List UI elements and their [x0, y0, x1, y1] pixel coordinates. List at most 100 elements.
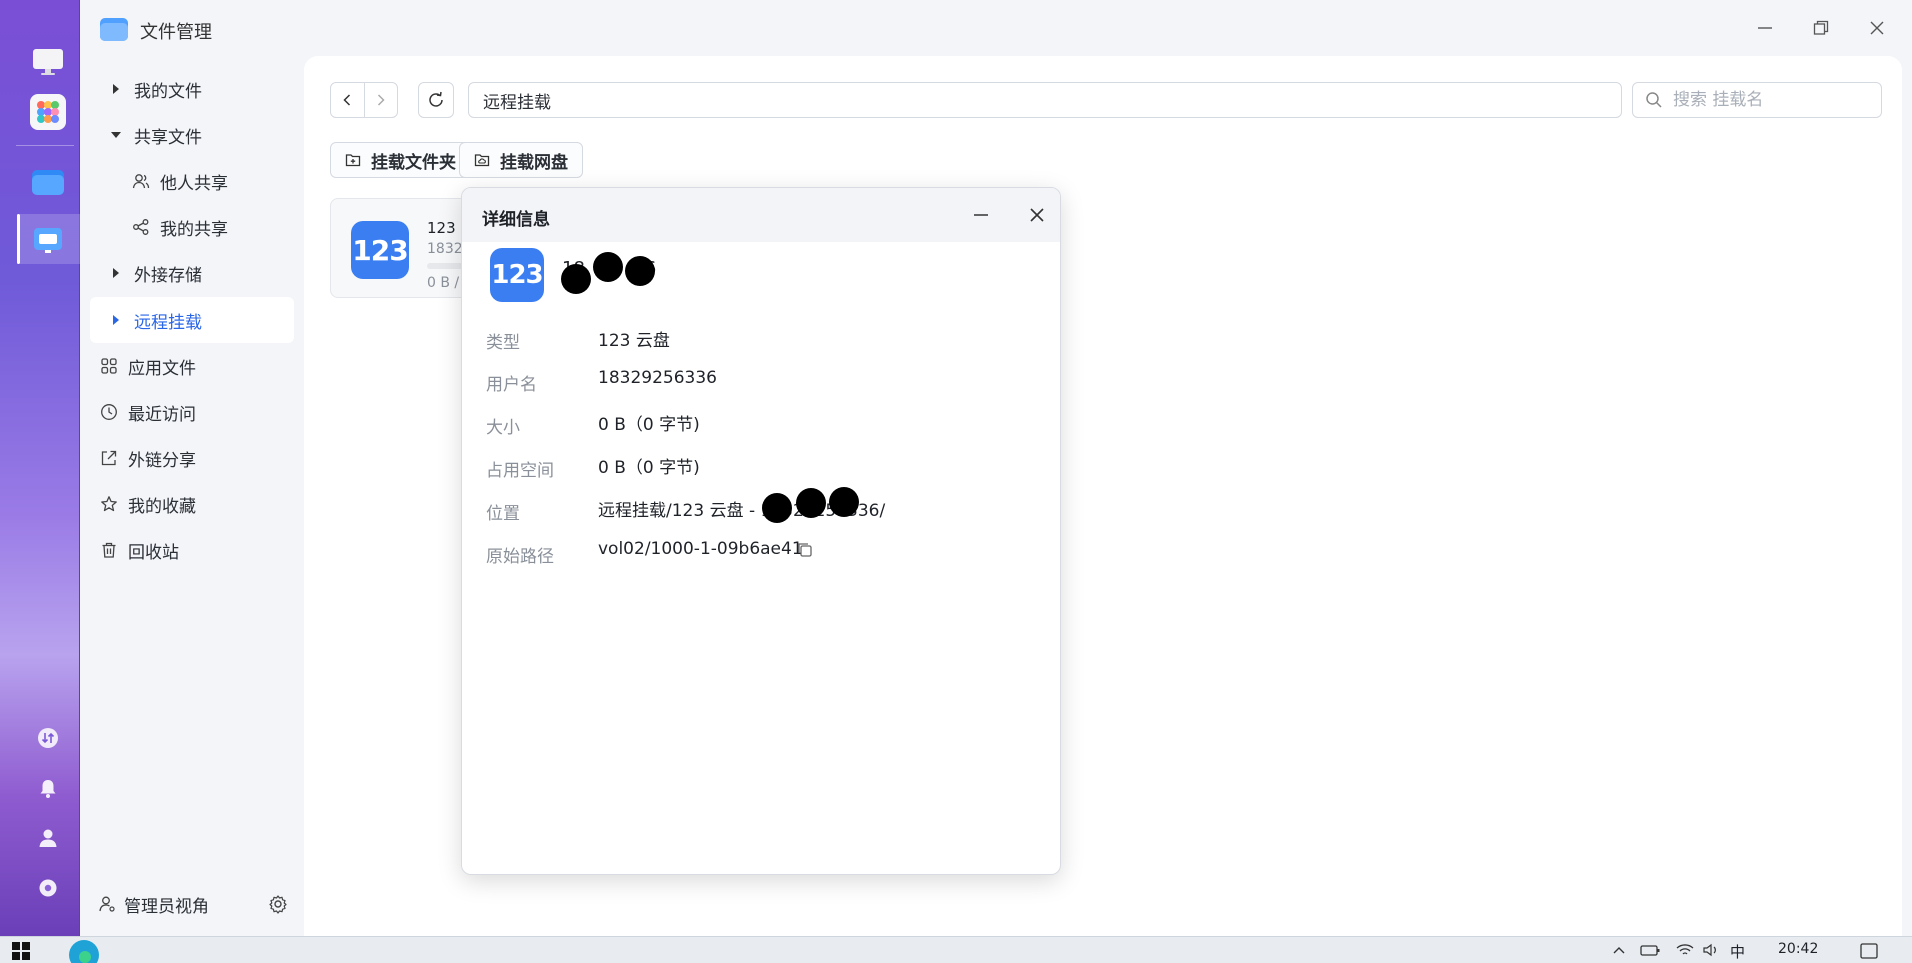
sidebar-item-label: 共享文件	[134, 127, 202, 148]
sidebar-item-label: 远程挂载	[134, 312, 202, 333]
volume-icon	[1702, 943, 1720, 957]
minimize-button[interactable]	[1750, 14, 1780, 42]
sidebar-item-label: 应用文件	[128, 358, 196, 379]
sidebar-item-remote-mount[interactable]: 远程挂载	[90, 297, 294, 343]
transfer-icon[interactable]	[36, 726, 60, 750]
app-center-icon[interactable]	[30, 94, 66, 130]
bell-icon[interactable]	[36, 776, 60, 800]
taskbar: 中 20:42	[0, 936, 1912, 963]
minimize-icon	[974, 214, 988, 216]
close-window-button[interactable]	[1862, 14, 1892, 42]
used-space-value: 0 B（0 字节)	[598, 458, 700, 478]
caret-down-icon	[106, 130, 126, 140]
edge-browser-icon[interactable]	[68, 939, 100, 963]
type-value: 123 云盘	[598, 331, 670, 351]
mount-folder-button[interactable]: 挂载文件夹	[330, 142, 471, 178]
mount-netdisk-button[interactable]: 挂载网盘	[459, 142, 583, 178]
window-title: 文件管理	[140, 22, 212, 43]
sidebar-item-label: 我的文件	[134, 81, 202, 102]
notification-center-icon[interactable]	[1860, 943, 1878, 959]
titlebar: 文件管理	[80, 0, 1912, 56]
taskbar-clock[interactable]: 20:42	[1778, 941, 1818, 957]
sidebar-item-external-storage[interactable]: 外接存储	[90, 250, 294, 296]
file-manager-active-icon[interactable]	[30, 222, 66, 258]
settings-icon[interactable]	[36, 876, 60, 900]
sidebar-settings-icon[interactable]	[268, 894, 288, 914]
sidebar-item-shared-with-me[interactable]: 他人共享	[90, 158, 294, 204]
forward-button[interactable]	[363, 83, 398, 117]
sidebar-item-shared-files[interactable]: 共享文件	[90, 112, 294, 158]
caret-right-icon	[106, 83, 126, 95]
search-box[interactable]	[1632, 82, 1882, 118]
redaction-mark	[762, 493, 792, 523]
sidebar-item-link-share[interactable]: 外链分享	[90, 435, 294, 481]
admin-view-toggle[interactable]: 管理员视角	[90, 886, 294, 922]
sidebar-item-favorites[interactable]: 我的收藏	[90, 481, 294, 527]
sidebar-item-label: 我的收藏	[128, 496, 196, 517]
caret-right-icon	[106, 267, 126, 279]
tray-chevron-icon[interactable]	[1612, 943, 1626, 957]
sidebar: 我的文件 共享文件 他人共享 我的共享 外接存储 远程挂载 应用文件 最近访问	[80, 56, 304, 936]
used-space-label: 占用空间	[486, 461, 554, 481]
redaction-mark	[625, 256, 655, 286]
sidebar-item-app-files[interactable]: 应用文件	[90, 343, 294, 389]
input-language[interactable]: 中	[1730, 941, 1745, 962]
grid-icon	[98, 357, 120, 375]
source-path-label: 原始路径	[486, 547, 554, 567]
sidebar-item-label: 外链分享	[128, 450, 196, 471]
app-dock	[0, 0, 80, 936]
wifi-icon	[1676, 943, 1694, 957]
size-label: 大小	[486, 418, 520, 438]
clock-icon	[98, 403, 120, 421]
export-icon	[98, 449, 120, 467]
user-icon[interactable]	[36, 826, 60, 850]
dialog-title: 详细信息	[482, 210, 550, 230]
file-manager-app-icon	[100, 16, 128, 42]
redaction-mark	[829, 487, 859, 517]
close-icon	[1030, 208, 1044, 222]
windows-start-icon[interactable]	[12, 942, 30, 960]
username-label: 用户名	[486, 375, 537, 395]
redaction-mark	[796, 488, 826, 518]
back-button[interactable]	[331, 83, 364, 117]
path-bar[interactable]: 远程挂载	[468, 82, 1622, 118]
maximize-button[interactable]	[1806, 14, 1836, 42]
desktop-icon[interactable]	[30, 44, 66, 80]
sidebar-item-my-shares[interactable]: 我的共享	[90, 204, 294, 250]
sidebar-item-trash[interactable]: 回收站	[90, 527, 294, 573]
folder-plus-icon	[345, 152, 361, 168]
file-manager-icon[interactable]	[30, 164, 66, 200]
sidebar-item-label: 回收站	[128, 542, 179, 563]
search-input[interactable]	[1673, 90, 1863, 110]
sidebar-item-label: 外接存储	[134, 265, 202, 286]
sidebar-item-recent[interactable]: 最近访问	[90, 389, 294, 435]
sidebar-item-label: 最近访问	[128, 404, 196, 425]
123-cloud-logo: 123	[490, 248, 544, 302]
sidebar-item-label: 他人共享	[160, 173, 228, 194]
redaction-mark	[593, 252, 623, 282]
sidebar-item-my-files[interactable]: 我的文件	[90, 66, 294, 112]
type-label: 类型	[486, 333, 520, 353]
dialog-close-button[interactable]	[1023, 201, 1051, 229]
mount-usage: 0 B /	[427, 275, 460, 291]
refresh-button[interactable]	[418, 82, 454, 118]
mount-account: 1832	[427, 241, 463, 257]
source-path-value: vol02/1000-1-09b6ae41	[598, 539, 803, 559]
history-nav	[330, 82, 398, 118]
cloud-folder-icon	[474, 152, 490, 168]
star-icon	[98, 495, 120, 513]
sidebar-item-label: 我的共享	[160, 219, 228, 240]
dialog-header: 详细信息	[462, 188, 1060, 242]
refresh-icon	[429, 91, 443, 107]
dialog-minimize-button[interactable]	[967, 201, 995, 229]
admin-icon	[98, 895, 116, 913]
search-icon	[1646, 92, 1662, 108]
current-path: 远程挂载	[483, 92, 551, 113]
username-value: 18329256336	[598, 368, 717, 388]
copy-icon[interactable]	[796, 541, 814, 563]
location-label: 位置	[486, 504, 520, 524]
users-icon	[130, 172, 152, 190]
trash-icon	[98, 541, 120, 559]
caret-right-icon	[106, 314, 126, 326]
battery-icon	[1640, 943, 1660, 957]
